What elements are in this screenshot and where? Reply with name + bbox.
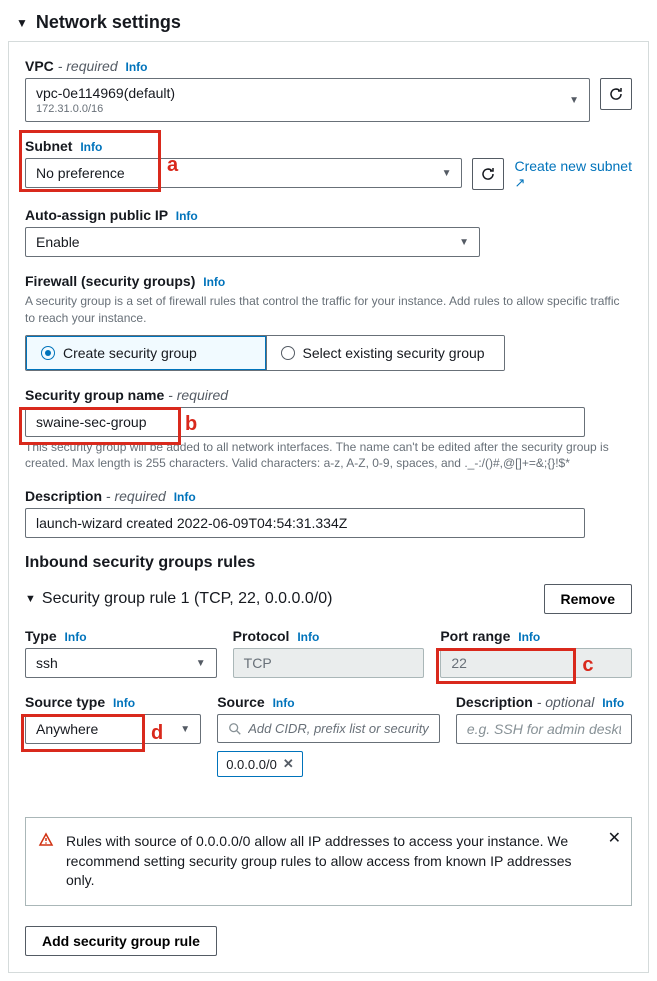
subnet-label: Subnet Info <box>25 138 632 154</box>
sg-name-help: This security group will be added to all… <box>25 439 632 473</box>
inbound-rules-heading: Inbound security groups rules <box>25 554 632 572</box>
rule-protocol-input: TCP <box>233 648 425 678</box>
rule-source-input[interactable]: Add CIDR, prefix list or security <box>217 714 440 743</box>
vpc-info-link[interactable]: Info <box>126 60 148 74</box>
remove-rule-button[interactable]: Remove <box>544 584 632 614</box>
description-input[interactable] <box>25 508 585 538</box>
type-info-link[interactable]: Info <box>65 630 87 644</box>
warning-icon <box>38 832 54 851</box>
rule-description-field: Description - optional Info <box>456 694 632 777</box>
sg-name-input[interactable] <box>25 407 585 437</box>
vpc-label: VPC - required Info <box>25 58 632 74</box>
network-settings-panel: VPC - required Info vpc-0e114969 (defaul… <box>8 41 649 973</box>
chevron-down-icon: ▼ <box>569 95 579 106</box>
port-info-link[interactable]: Info <box>518 630 540 644</box>
sourcetype-info-link[interactable]: Info <box>113 696 135 710</box>
close-alert-button[interactable]: ✕ <box>608 828 621 848</box>
autoip-info-link[interactable]: Info <box>176 209 198 223</box>
subnet-info-link[interactable]: Info <box>80 140 102 154</box>
vpc-field: VPC - required Info vpc-0e114969 (defaul… <box>25 58 632 122</box>
chevron-down-icon: ▼ <box>442 168 452 179</box>
autoip-field: Auto-assign public IP Info Enable ▼ <box>25 207 632 257</box>
rule-row-2: Source type Info Anywhere ▼ d Source Inf… <box>25 694 632 793</box>
chevron-down-icon: ▼ <box>180 724 190 735</box>
firewall-radio-group: Create security group Select existing se… <box>25 335 505 371</box>
radio-checked-icon <box>41 346 55 360</box>
radio-unchecked-icon <box>281 346 295 360</box>
autoip-label: Auto-assign public IP Info <box>25 207 632 223</box>
rule-collapse-icon[interactable]: ▼ <box>25 593 36 605</box>
sg-name-field: Security group name - required This secu… <box>25 387 632 473</box>
autoip-select[interactable]: Enable ▼ <box>25 227 480 257</box>
create-sg-option[interactable]: Create security group <box>25 335 267 371</box>
vpc-refresh-button[interactable] <box>600 78 632 110</box>
refresh-icon <box>608 86 624 102</box>
rule-protocol-field: Protocol Info TCP <box>233 628 425 678</box>
firewall-help: A security group is a set of firewall ru… <box>25 293 632 327</box>
subnet-refresh-button[interactable] <box>472 158 504 190</box>
description-field: Description - required Info <box>25 488 632 538</box>
rule-1-header: ▼ Security group rule 1 (TCP, 22, 0.0.0.… <box>25 584 632 614</box>
firewall-label: Firewall (security groups) Info <box>25 273 632 289</box>
rule-row-1: Type Info ssh ▼ Protocol Info TCP Port r… <box>25 628 632 694</box>
warning-alert: Rules with source of 0.0.0.0/0 allow all… <box>25 817 632 906</box>
section-header[interactable]: ▼ Network settings <box>0 0 657 41</box>
source-info-link[interactable]: Info <box>273 696 295 710</box>
create-subnet-link[interactable]: Create new subnet ↗ <box>514 158 632 190</box>
section-title: Network settings <box>36 12 181 33</box>
subnet-select[interactable]: No preference ▼ <box>25 158 462 188</box>
search-icon <box>228 722 242 736</box>
refresh-icon <box>480 166 496 182</box>
rule-port-field: Port range Info 22 c <box>440 628 632 678</box>
external-link-icon: ↗ <box>514 175 525 190</box>
rule-source-type-select[interactable]: Anywhere ▼ <box>25 714 201 744</box>
firewall-field: Firewall (security groups) Info A securi… <box>25 273 632 371</box>
vpc-select[interactable]: vpc-0e114969 (default) 172.31.0.0/16 ▼ <box>25 78 590 122</box>
rule-port-input: 22 <box>440 648 632 678</box>
warning-text: Rules with source of 0.0.0.0/0 allow all… <box>66 832 619 891</box>
desc-info-link[interactable]: Info <box>174 490 196 504</box>
chevron-down-icon: ▼ <box>196 658 206 669</box>
description-label: Description - required Info <box>25 488 632 504</box>
subnet-field: Subnet Info No preference ▼ Create new s… <box>25 138 632 191</box>
chevron-down-icon: ▼ <box>459 237 469 248</box>
select-sg-option[interactable]: Select existing security group <box>266 336 505 370</box>
remove-chip-icon[interactable]: ✕ <box>283 756 294 772</box>
rule-source-type-field: Source type Info Anywhere ▼ d <box>25 694 201 777</box>
rule-source-field: Source Info Add CIDR, prefix list or sec… <box>217 694 440 777</box>
rule-1-title: Security group rule 1 (TCP, 22, 0.0.0.0/… <box>42 590 333 608</box>
collapse-icon: ▼ <box>16 16 28 30</box>
rule-type-select[interactable]: ssh ▼ <box>25 648 217 678</box>
rule-description-input[interactable] <box>456 714 632 744</box>
rdesc-info-link[interactable]: Info <box>602 696 624 710</box>
sg-name-label: Security group name - required <box>25 387 632 403</box>
rule-type-field: Type Info ssh ▼ <box>25 628 217 678</box>
protocol-info-link[interactable]: Info <box>297 630 319 644</box>
add-rule-button[interactable]: Add security group rule <box>25 926 217 956</box>
create-subnet-container: Create new subnet ↗ <box>514 158 632 191</box>
firewall-info-link[interactable]: Info <box>203 275 225 289</box>
source-cidr-chip[interactable]: 0.0.0.0/0 ✕ <box>217 751 303 777</box>
